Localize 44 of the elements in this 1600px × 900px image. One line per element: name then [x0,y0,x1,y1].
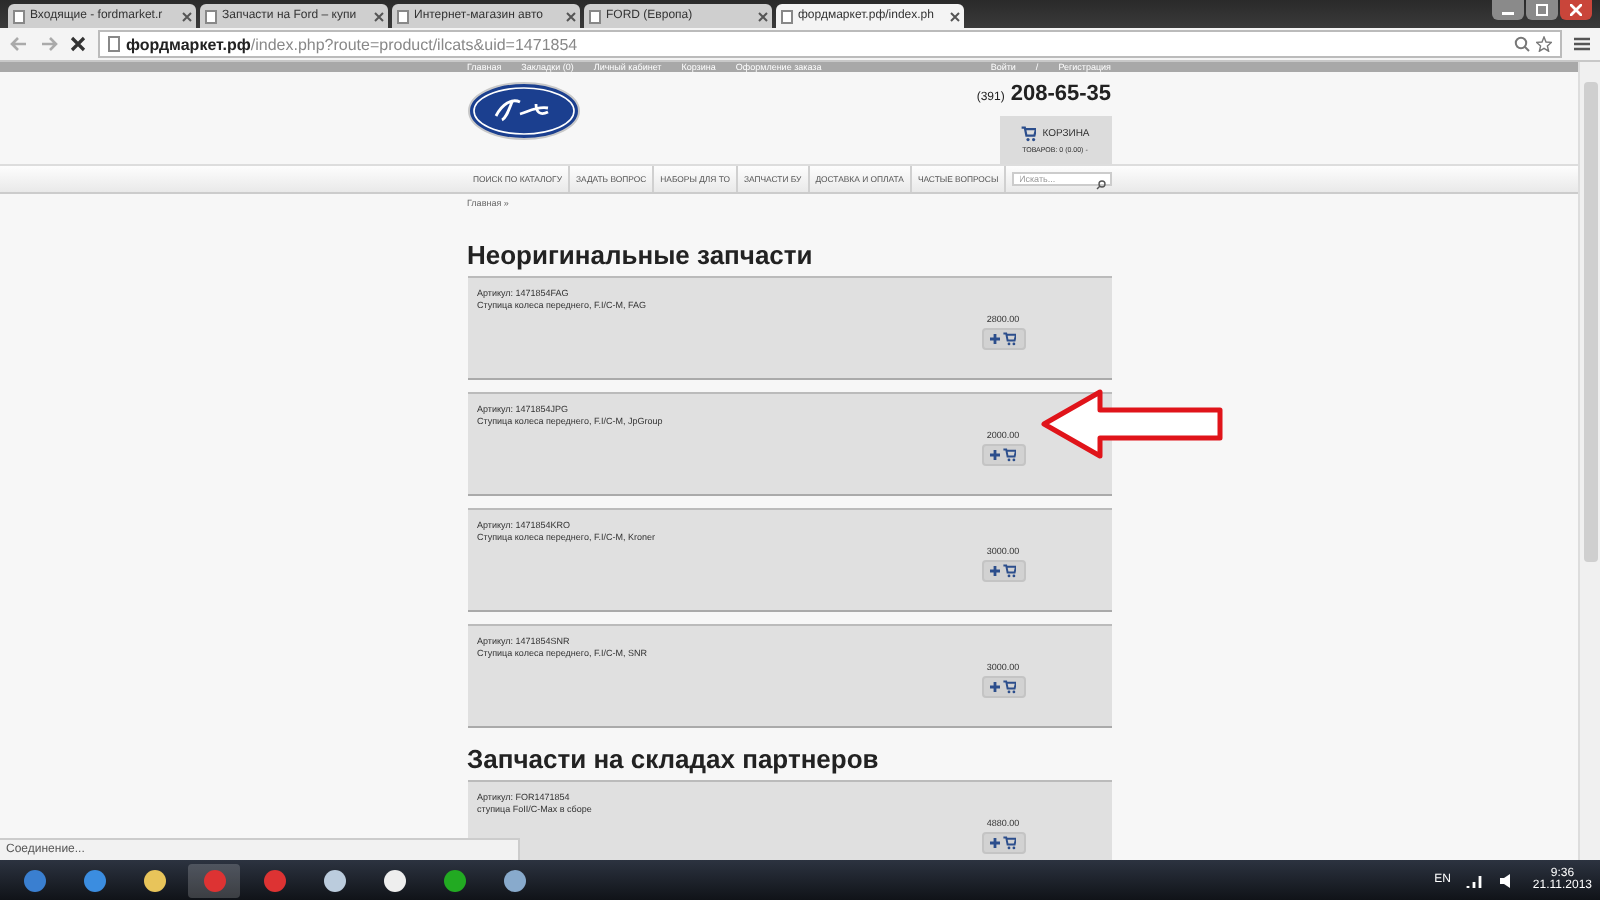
section-heading: Запчасти на складах партнеров [467,742,881,778]
close-icon [1570,4,1582,16]
star-icon[interactable] [1536,36,1552,52]
page-icon [204,9,218,23]
plus-icon [990,566,1000,576]
search-icon[interactable] [1095,180,1105,190]
add-to-cart-button[interactable] [981,832,1025,854]
plus-icon [990,838,1000,848]
maximize-icon [1536,4,1548,16]
close-icon[interactable] [374,11,384,21]
phone-number: 208-65-35 [1010,82,1111,106]
close-icon[interactable] [758,11,768,21]
close-button[interactable] [1560,0,1592,20]
cart-icon [1002,448,1016,462]
zoom-icon[interactable] [1514,36,1530,52]
plus-icon [990,450,1000,460]
signal-icon[interactable] [1466,873,1485,887]
plus-icon [990,682,1000,692]
close-icon[interactable] [566,11,576,21]
page-icon [108,36,120,52]
close-icon[interactable] [182,11,192,21]
add-to-cart-button[interactable] [981,560,1025,582]
section-heading: Неоригинальные запчасти [467,238,815,274]
add-to-cart-button[interactable] [981,328,1025,350]
cart-icon [1020,126,1037,142]
minimize-button[interactable] [1492,0,1524,20]
page-icon [12,9,26,23]
menu-icon[interactable] [1574,36,1590,52]
cart-icon [1002,332,1016,346]
maximize-button[interactable] [1526,0,1558,20]
close-icon[interactable] [950,11,960,21]
page-icon [780,9,794,23]
page-icon [396,9,410,23]
plus-icon [990,334,1000,344]
cart-icon [1002,836,1016,850]
cart-icon [1002,564,1016,578]
cart-icon [1002,680,1016,694]
add-to-cart-button[interactable] [981,676,1025,698]
stop-icon[interactable] [70,36,86,52]
add-to-cart-button[interactable] [981,444,1025,466]
oval-logo[interactable] [467,82,579,140]
page-icon [588,9,602,23]
scrollbar[interactable] [1578,62,1600,860]
address-field[interactable]: фордмаркет.рф/index.php?route=product/ilcats&uid=1471854 [98,30,1562,58]
